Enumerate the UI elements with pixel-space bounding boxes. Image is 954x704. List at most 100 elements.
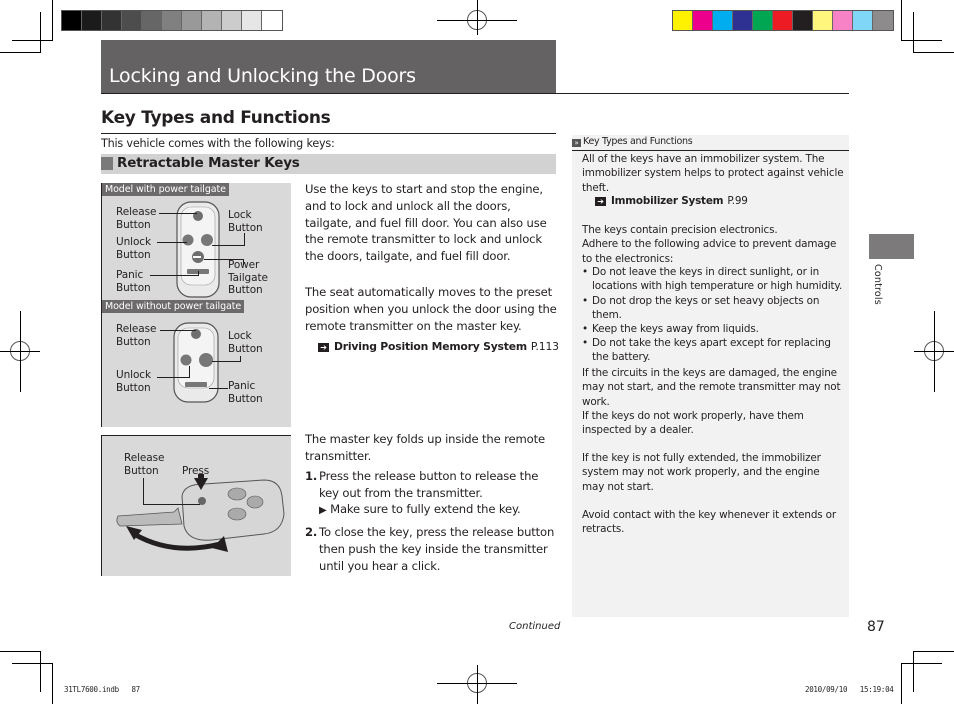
- figure-folding-key: Release Button Press: [101, 435, 291, 576]
- note-bullet: • Do not drop the keys or set heavy objec…: [582, 295, 820, 322]
- color-swatch: [873, 11, 893, 30]
- registration-mark: [477, 665, 478, 704]
- section-heading: Key Types and Functions: [101, 108, 331, 128]
- callout-panic: Panic Button: [228, 380, 263, 405]
- print-slug-file: 31TL7600.indb 87: [64, 685, 140, 694]
- notes-header: » Key Types and Functions: [572, 136, 693, 147]
- note-paragraph: If the circuits in the keys are damaged,…: [582, 367, 841, 437]
- color-swatch: [82, 11, 102, 30]
- body-paragraph: Use the keys to start and stop the engin…: [305, 182, 547, 264]
- color-swatch: [853, 11, 873, 30]
- crop-mark: [12, 663, 53, 664]
- registration-mark: [477, 0, 478, 35]
- registration-mark: [934, 311, 935, 392]
- unlock-button-icon: [182, 234, 194, 246]
- color-swatch: [122, 11, 142, 30]
- grayscale-color-bar: [61, 10, 283, 31]
- remote-fob-illustration: [176, 201, 220, 298]
- crop-mark: [12, 40, 53, 41]
- xref-driving-position-memory[interactable]: ➔ Driving Position Memory System P.113: [318, 340, 559, 353]
- color-swatch: [262, 11, 282, 30]
- double-chevron-icon: »: [572, 139, 581, 147]
- color-swatch: [673, 11, 693, 30]
- notes-rule: [572, 150, 849, 151]
- color-swatch: [142, 11, 162, 30]
- color-swatch: [102, 11, 122, 30]
- bullet-icon: •: [582, 295, 588, 307]
- callout-unlock: Unlock Button: [116, 369, 151, 394]
- callout-unlock: Unlock Button: [116, 236, 151, 261]
- crop-mark: [52, 663, 53, 704]
- callout-release: Release Button: [116, 323, 157, 348]
- subsection-marker-icon: [101, 157, 113, 170]
- chapter-title: Locking and Unlocking the Doors: [109, 65, 416, 87]
- crop-mark: [913, 52, 954, 53]
- body-paragraph: The seat automatically moves to the pres…: [305, 285, 557, 333]
- note-bullet: • Do not leave the keys in direct sunligh…: [582, 266, 843, 293]
- crop-mark: [901, 40, 942, 41]
- lock-button-icon: [199, 353, 213, 367]
- crop-mark: [40, 651, 41, 692]
- subsection-title: Retractable Master Keys: [117, 155, 300, 171]
- figure-tag: Model with power tailgate: [102, 183, 229, 196]
- crop-mark: [52, 0, 53, 40]
- note-bullet: • Keep the keys away from liquids.: [582, 323, 759, 335]
- crop-mark: [0, 651, 41, 652]
- title-rule: [101, 93, 849, 94]
- color-swatch: [733, 11, 753, 30]
- folding-key-illustration: [116, 474, 285, 552]
- figure-power-tailgate: Model with power tailgate Release Button…: [101, 183, 291, 300]
- process-color-bar: [672, 10, 894, 31]
- intro-text: This vehicle comes with the following ke…: [101, 137, 335, 150]
- crop-mark: [0, 52, 41, 53]
- body-paragraph: The master key folds up inside the remot…: [305, 432, 545, 463]
- crop-mark: [913, 12, 914, 53]
- color-swatch: [773, 11, 793, 30]
- color-swatch: [693, 11, 713, 30]
- callout-press: Press: [182, 465, 210, 477]
- color-swatch: [162, 11, 182, 30]
- continued-label: Continued: [509, 621, 561, 632]
- crop-mark: [901, 663, 902, 704]
- callout-release: Release Button: [116, 206, 157, 231]
- step-subnote: ▶ Make sure to fully extend the key.: [319, 502, 521, 516]
- arrow-link-icon: ➔: [318, 343, 329, 352]
- bullet-icon: •: [582, 323, 588, 335]
- figure-tag: Model without power tailgate: [102, 300, 245, 313]
- color-swatch: [753, 11, 773, 30]
- color-swatch: [62, 11, 82, 30]
- xref-immobilizer-system[interactable]: ➔ Immobilizer System P.99: [595, 195, 748, 207]
- step-item: 2. To close the key, press the release b…: [305, 525, 555, 573]
- color-swatch: [242, 11, 262, 30]
- note-paragraph: The keys contain precision electronics. …: [582, 224, 837, 265]
- color-swatch: [833, 11, 853, 30]
- color-swatch: [202, 11, 222, 30]
- crop-mark: [40, 12, 41, 53]
- panic-button-icon: [185, 382, 207, 387]
- note-paragraph: If the key is not fully extended, the im…: [582, 452, 821, 493]
- color-swatch: [713, 11, 733, 30]
- registration-mark: [20, 311, 21, 392]
- crop-mark: [901, 0, 902, 40]
- color-swatch: [222, 11, 242, 30]
- crop-mark: [913, 651, 914, 692]
- chapter-thumb-label: Controls: [872, 264, 883, 305]
- arrow-link-icon: ➔: [595, 197, 606, 206]
- step-item: 1. Press the release button to release t…: [305, 469, 539, 500]
- chapter-thumb-tab[interactable]: [869, 234, 914, 259]
- crop-mark: [901, 663, 942, 664]
- figure-no-power-tailgate: Model without power tailgate Release But…: [101, 300, 291, 427]
- color-swatch: [793, 11, 813, 30]
- bullet-icon: •: [582, 266, 588, 278]
- key-blade: [116, 507, 183, 527]
- note-bullet: • Do not take the keys apart except for r…: [582, 337, 831, 364]
- callout-lock: Lock Button: [228, 330, 263, 355]
- callout-release: Release Button: [124, 452, 165, 477]
- bullet-icon: •: [582, 337, 588, 349]
- note-paragraph: All of the keys have an immobilizer syst…: [582, 153, 844, 194]
- remote-fob-illustration: [173, 322, 219, 403]
- print-slug-date: 2010/09/10 15:19:04: [805, 685, 894, 694]
- callout-panic: Panic Button: [116, 269, 151, 294]
- color-swatch: [182, 11, 202, 30]
- crop-mark: [913, 651, 954, 652]
